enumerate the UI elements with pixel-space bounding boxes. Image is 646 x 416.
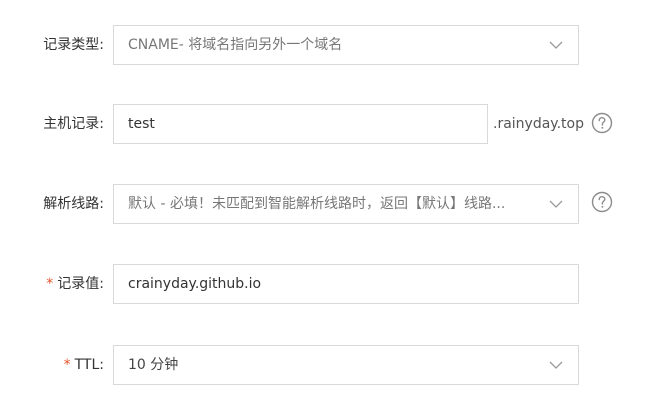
resolve-line-row: 解析线路: 默认 - 必填！未匹配到智能解析线路时，返回【默认】线路... xyxy=(0,184,646,224)
question-circle-icon[interactable] xyxy=(591,191,613,213)
chevron-down-icon xyxy=(549,361,563,369)
host-record-value: test xyxy=(128,116,155,132)
required-mark: * xyxy=(63,357,71,373)
resolve-line-value: 默认 - 必填！未匹配到智能解析线路时，返回【默认】线路... xyxy=(128,196,506,212)
host-record-row: 主机记录: test .rainyday.top xyxy=(0,104,646,144)
record-value-row: * 记录值: crainyday.github.io xyxy=(0,264,646,304)
required-mark: * xyxy=(46,276,54,292)
record-type-label-text: 记录类型: xyxy=(43,37,104,53)
chevron-down-icon xyxy=(549,200,563,208)
dns-record-form: 记录类型: CNAME- 将域名指向另外一个域名 主机记录: test .rai… xyxy=(0,0,646,416)
resolve-line-label: 解析线路: xyxy=(43,184,104,224)
host-record-label: 主机记录: xyxy=(43,104,104,144)
record-value-value: crainyday.github.io xyxy=(128,276,262,292)
record-value-input[interactable]: crainyday.github.io xyxy=(113,264,579,304)
question-circle-icon[interactable] xyxy=(591,112,613,134)
resolve-line-label-text: 解析线路: xyxy=(43,196,104,212)
record-type-select[interactable]: CNAME- 将域名指向另外一个域名 xyxy=(113,25,579,65)
resolve-line-select[interactable]: 默认 - 必填！未匹配到智能解析线路时，返回【默认】线路... xyxy=(113,184,579,224)
ttl-row: * TTL: 10 分钟 xyxy=(0,345,646,385)
record-value-label-text: 记录值: xyxy=(57,276,104,292)
chevron-down-icon xyxy=(549,41,563,49)
record-value-label: * 记录值: xyxy=(46,264,104,304)
ttl-label: * TTL: xyxy=(64,345,104,385)
ttl-select[interactable]: 10 分钟 xyxy=(113,345,579,385)
host-record-input[interactable]: test xyxy=(113,104,488,144)
record-type-label: 记录类型: xyxy=(43,25,104,65)
record-type-row: 记录类型: CNAME- 将域名指向另外一个域名 xyxy=(0,25,646,65)
record-type-value: CNAME- 将域名指向另外一个域名 xyxy=(128,37,343,53)
host-record-label-text: 主机记录: xyxy=(43,116,104,132)
ttl-label-text: TTL: xyxy=(74,357,104,373)
domain-suffix: .rainyday.top xyxy=(493,116,584,132)
ttl-value: 10 分钟 xyxy=(128,357,179,373)
